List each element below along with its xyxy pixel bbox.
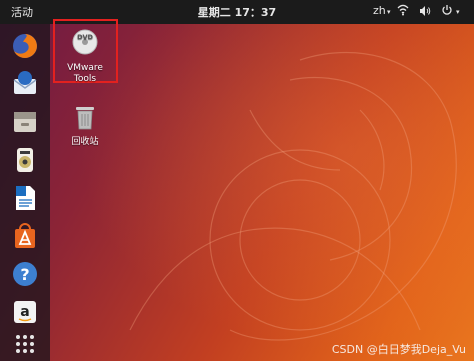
chevron-down-icon: ▾: [387, 8, 391, 16]
input-language-indicator[interactable]: zh: [373, 4, 386, 17]
svg-text:?: ?: [20, 265, 29, 284]
dvd-icon: DVD: [55, 28, 115, 60]
files-icon[interactable]: [9, 106, 41, 138]
thunderbird-icon[interactable]: [9, 68, 41, 100]
watermark: CSDN @白日梦我Deja_Vu: [331, 343, 466, 356]
show-apps-icon[interactable]: [9, 328, 41, 360]
rhythmbox-icon[interactable]: [9, 144, 41, 176]
writer-icon[interactable]: [9, 182, 41, 214]
software-center-icon[interactable]: [9, 220, 41, 252]
network-icon[interactable]: [397, 4, 409, 19]
svg-text:DVD: DVD: [77, 33, 93, 41]
trash-icon: [55, 104, 115, 134]
desktop-icon-trash[interactable]: 回收站: [55, 104, 115, 148]
firefox-icon[interactable]: [9, 30, 41, 62]
help-icon[interactable]: ?: [9, 258, 41, 290]
dock: ? a: [0, 24, 50, 361]
chevron-down-icon: ▾: [456, 8, 460, 16]
desktop-icon-label: 回收站: [71, 137, 99, 147]
amazon-icon[interactable]: a: [9, 296, 41, 328]
svg-text:a: a: [20, 304, 29, 320]
desktop-icon-vmware-tools[interactable]: DVD VMware Tools: [55, 28, 115, 85]
power-icon[interactable]: [441, 4, 453, 19]
volume-icon[interactable]: [419, 5, 431, 20]
desktop-icon-label: VMware Tools: [67, 63, 103, 84]
